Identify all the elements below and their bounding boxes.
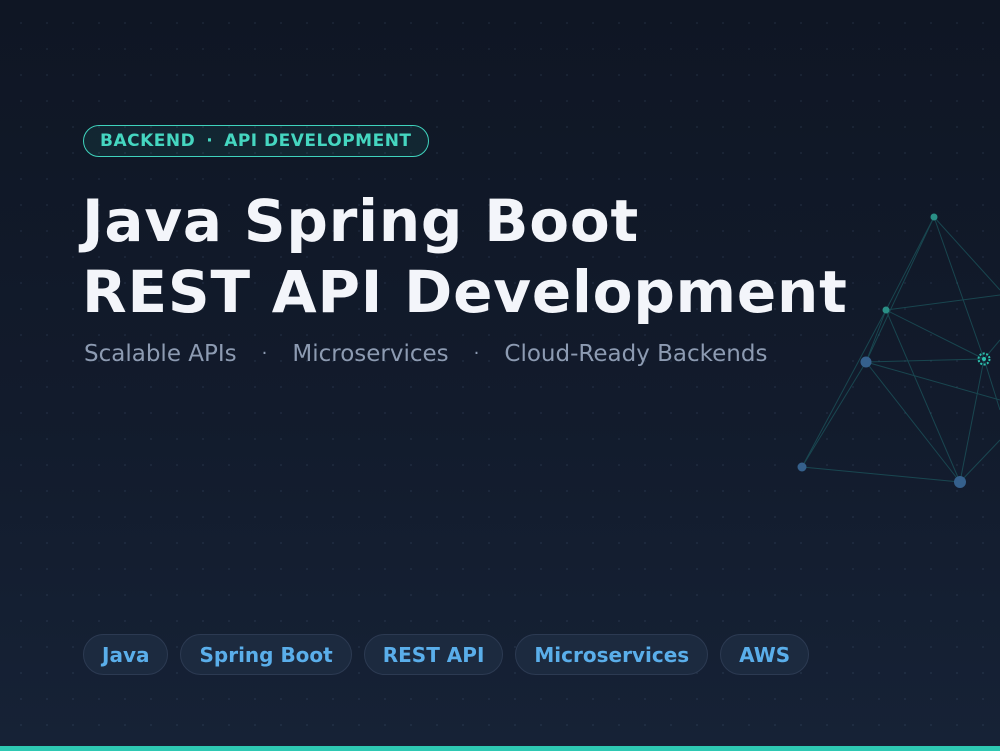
subtitle-item: Cloud-Ready Backends [504, 341, 768, 367]
subtitle-separator: · [261, 343, 268, 364]
accent-bar [0, 746, 1000, 751]
page-title: Java Spring Boot REST API Development [82, 186, 848, 328]
category-badge-separator: · [206, 131, 214, 151]
category-badge-primary: BACKEND [100, 131, 196, 151]
category-badge-secondary: API DEVELOPMENT [224, 131, 412, 151]
subtitle-separator: · [473, 343, 480, 364]
subtitle-item: Scalable APIs [84, 341, 237, 367]
subtitle-item: Microservices [292, 341, 449, 367]
subtitle: Scalable APIs · Microservices · Cloud-Re… [84, 338, 767, 370]
page-title-line-1: Java Spring Boot [82, 187, 640, 255]
page-title-line-2: REST API Development [82, 258, 848, 326]
tag-rest-api[interactable]: REST API [363, 634, 504, 675]
tag-aws[interactable]: AWS [720, 634, 810, 675]
tag-spring-boot[interactable]: Spring Boot [180, 634, 352, 675]
category-badge: BACKEND · API DEVELOPMENT [83, 125, 429, 157]
tag-list: Java Spring Boot REST API Microservices … [83, 634, 821, 675]
tag-java[interactable]: Java [83, 634, 169, 675]
tag-microservices[interactable]: Microservices [515, 634, 709, 675]
